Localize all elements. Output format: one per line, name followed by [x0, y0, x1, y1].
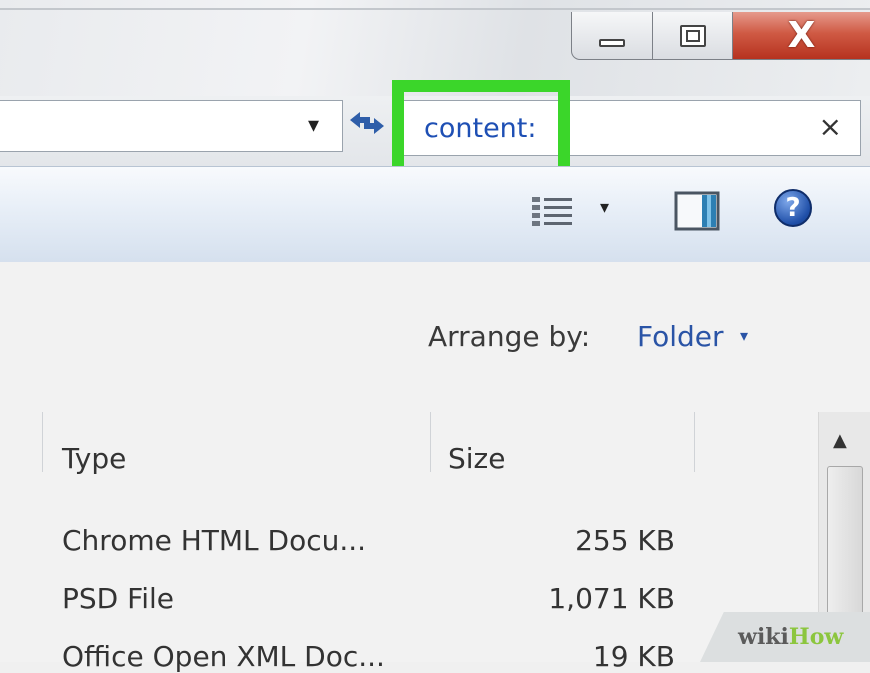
- table-row-size: 19 KB: [592, 640, 675, 673]
- column-header-type[interactable]: Type: [62, 442, 126, 475]
- close-icon: X: [787, 14, 816, 56]
- arrange-by-chevron-icon[interactable]: ▾: [740, 326, 748, 345]
- address-history-dropdown-icon[interactable]: ▾: [308, 113, 319, 138]
- watermark-logo: wikiHow: [738, 624, 844, 650]
- scroll-up-icon[interactable]: ▲: [833, 430, 847, 451]
- views-dropdown-icon[interactable]: ▾: [600, 197, 609, 218]
- table-row-size: 1,071 KB: [548, 582, 675, 615]
- search-input[interactable]: [412, 103, 562, 153]
- search-box: ×: [403, 100, 861, 156]
- clear-search-icon[interactable]: ×: [819, 110, 842, 143]
- address-bar[interactable]: ▾: [0, 100, 343, 152]
- file-list-area: Arrange by: Folder ▾ Type Size Chrome HT…: [0, 262, 870, 673]
- preview-pane-icon[interactable]: [674, 191, 720, 231]
- column-separator[interactable]: [42, 412, 43, 472]
- maximize-button[interactable]: [653, 12, 733, 60]
- arrange-by-dropdown[interactable]: Folder: [637, 320, 724, 353]
- command-toolbar: ▾ ?: [0, 166, 870, 264]
- minimize-button[interactable]: [571, 12, 653, 60]
- column-separator[interactable]: [430, 412, 431, 472]
- table-row-type[interactable]: PSD File: [62, 582, 174, 615]
- help-icon[interactable]: ?: [774, 189, 812, 227]
- column-separator[interactable]: [694, 412, 695, 472]
- details-view-icon[interactable]: [530, 195, 576, 229]
- column-header-size[interactable]: Size: [448, 442, 505, 475]
- arrange-by-label: Arrange by:: [428, 320, 591, 353]
- table-row-type[interactable]: Chrome HTML Docu...: [62, 524, 366, 557]
- close-button[interactable]: X: [733, 12, 870, 60]
- maximize-icon: [679, 24, 706, 47]
- watermark: wikiHow: [700, 612, 870, 662]
- table-row-size: 255 KB: [575, 524, 675, 557]
- refresh-arrows-icon[interactable]: [346, 104, 388, 140]
- table-row-type[interactable]: Office Open XML Doc...: [62, 640, 385, 673]
- minimize-icon: [599, 38, 625, 47]
- title-bar: X: [0, 0, 870, 96]
